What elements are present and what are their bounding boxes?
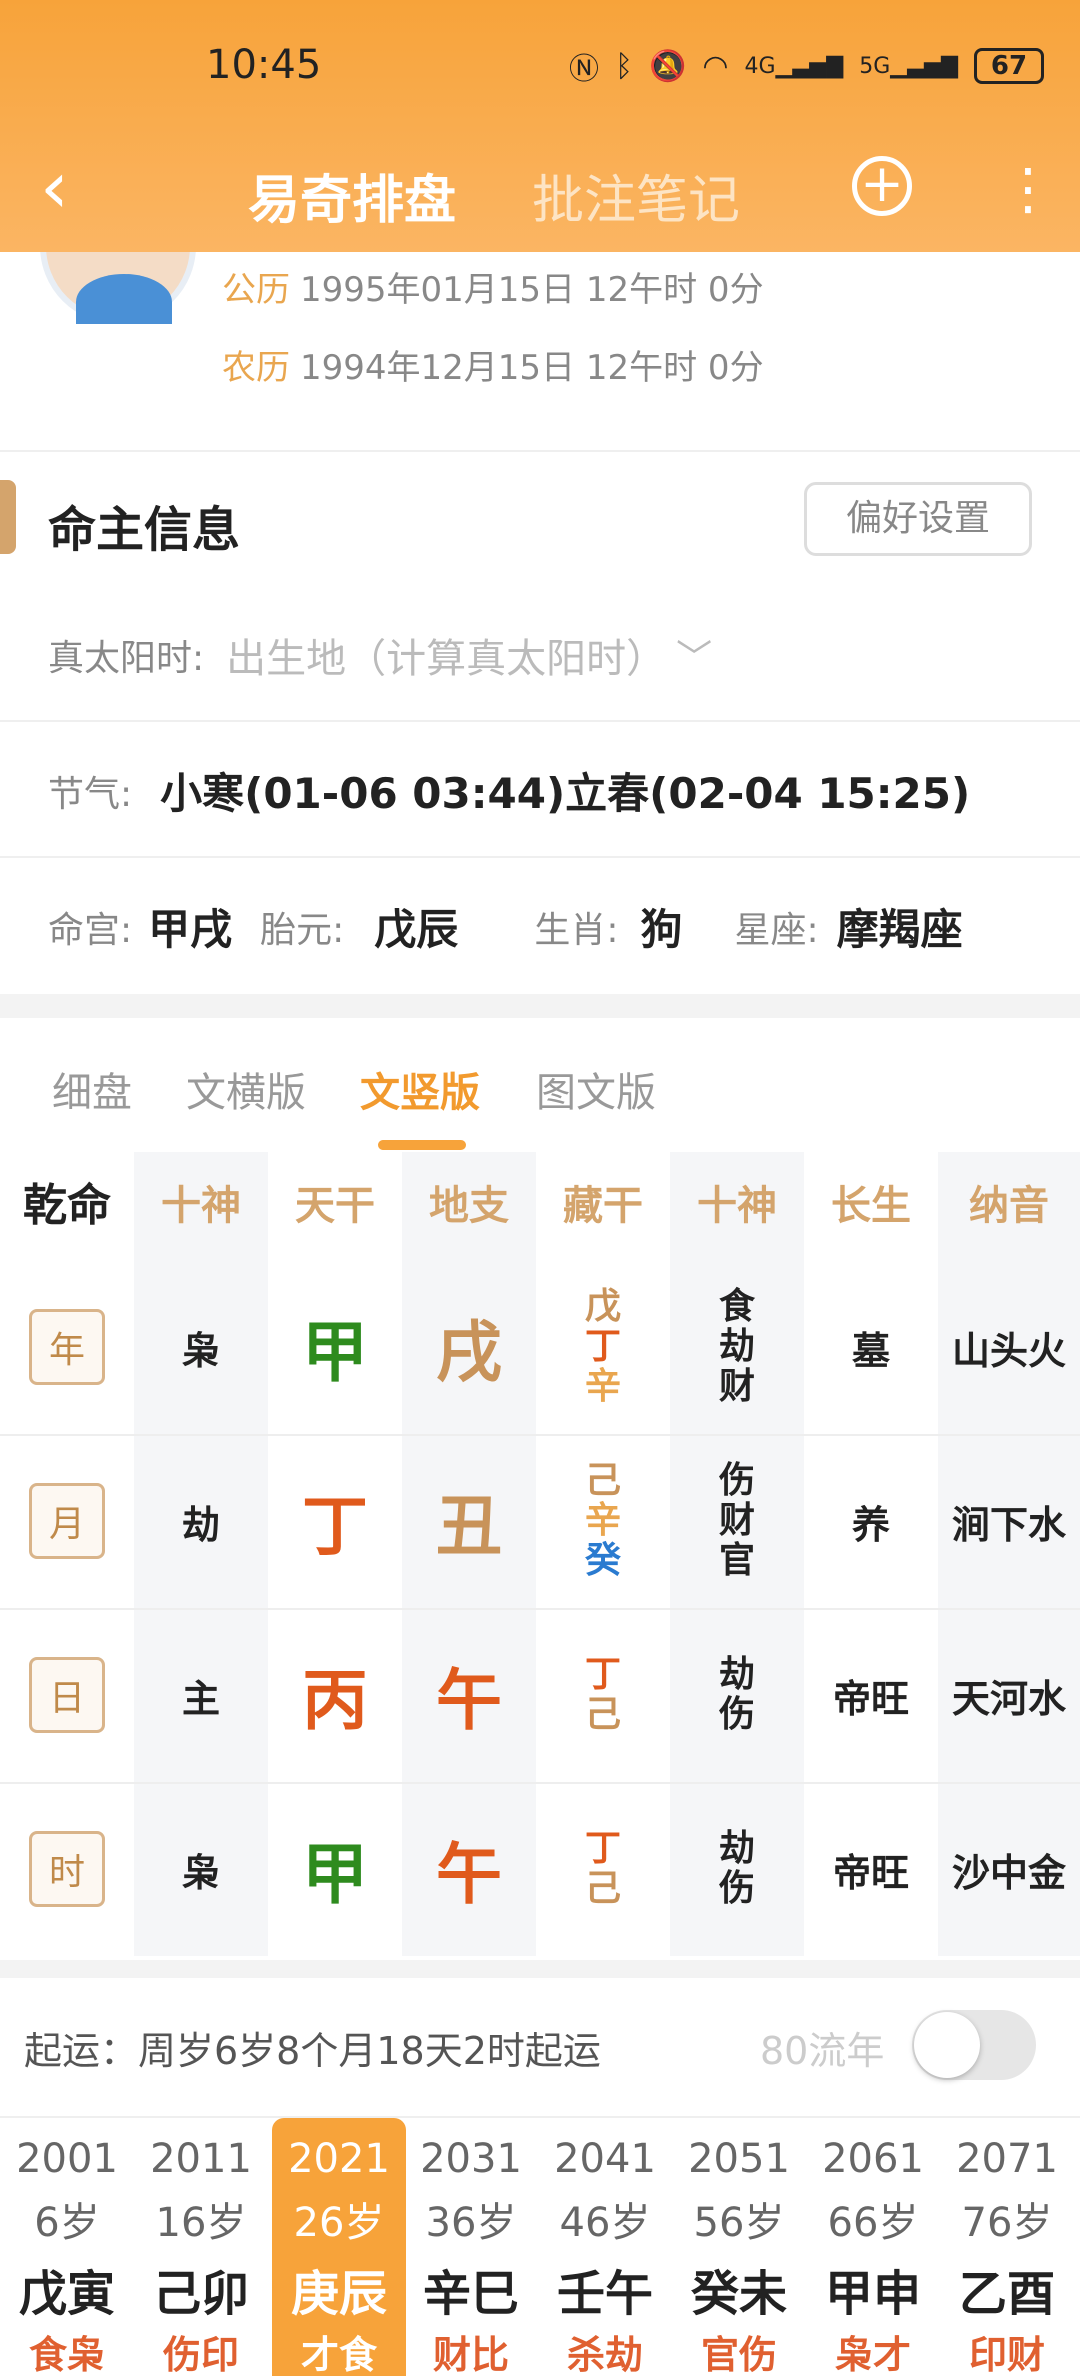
dizhi-cell: 午	[436, 1662, 502, 1739]
pillar-label[interactable]: 时	[0, 1782, 134, 1956]
divider	[0, 720, 1080, 722]
dizhi-cell: 丑	[436, 1488, 502, 1565]
shishen2-cell: 劫伤	[718, 1828, 755, 1909]
tab-tuwen[interactable]: 图文版	[536, 1060, 656, 1118]
nayin-cell: 沙中金	[951, 1850, 1066, 1895]
dizhi-cell: 戌	[436, 1314, 502, 1391]
pillar-label[interactable]: 月	[0, 1434, 134, 1608]
dayun-item[interactable]: 2041 46岁 壬午 杀劫	[538, 2118, 672, 2377]
status-bar: 10:45 Ⓝ ᛒ 🔕 ◠ 4G▁▃▅▇ 5G▁▃▅▇ 67	[0, 0, 1080, 130]
section-gap	[0, 1960, 1080, 1978]
nayin-cell: 涧下水	[951, 1502, 1066, 1547]
table-header: 十神	[161, 1183, 241, 1229]
table-header: 藏干	[563, 1183, 643, 1229]
bluetooth-icon: ᛒ	[614, 48, 633, 84]
canggan-cell: 己辛癸	[584, 1460, 621, 1581]
canggan-cell: 戊丁辛	[584, 1286, 621, 1407]
tiangan-cell: 甲	[302, 1836, 368, 1913]
changsheng-cell: 帝旺	[832, 1676, 909, 1721]
add-circle-icon[interactable]: +	[852, 156, 912, 216]
changsheng-cell: 墓	[851, 1328, 890, 1373]
dayun-item[interactable]: 2051 56岁 癸未 官伤	[672, 2118, 806, 2377]
4g-signal-icon: 4G▁▃▅▇	[744, 53, 844, 79]
shishen-cell: 枭	[181, 1850, 220, 1895]
dayun-list: 2001 6岁 戊寅 食枭 2011 16岁 己卯 伤印 2021 26岁 庚辰 才食 2031 3…	[0, 2118, 1080, 2377]
shishen-cell: 主	[181, 1676, 220, 1721]
birthplace-select[interactable]: 出生地（计算真太阳时）	[226, 626, 666, 684]
tiangan-cell: 丁	[302, 1488, 368, 1565]
nfc-icon: Ⓝ	[568, 52, 599, 87]
tab-annotation-notes[interactable]: 批注笔记	[532, 158, 740, 233]
section-gap	[0, 994, 1080, 1018]
jieqi-row: 节气: 小寒(01-06 03:44)立春(02-04 15:25)	[48, 760, 970, 821]
shishen-cell: 枭	[181, 1328, 220, 1373]
section-title: 命主信息	[48, 502, 241, 558]
mute-icon: 🔕	[648, 48, 687, 84]
liunian-toggle[interactable]	[912, 2010, 1036, 2080]
tab-wenshu[interactable]: 文竖版	[360, 1060, 480, 1118]
table-header: 十神	[697, 1183, 777, 1229]
lunar-date-row: 农历 1994年12月15日 12午时 0分	[222, 348, 764, 388]
status-icons: Ⓝ ᛒ 🔕 ◠ 4G▁▃▅▇ 5G▁▃▅▇ 67	[569, 44, 1044, 88]
dayun-item[interactable]: 2061 66岁 甲申 枭才	[806, 2118, 940, 2377]
divider	[0, 856, 1080, 858]
divider	[0, 450, 1080, 452]
minggong-value: 甲戌	[148, 905, 233, 954]
shishen2-cell: 食劫财	[718, 1286, 755, 1407]
avatar	[40, 252, 196, 324]
liunian-label: 80流年	[760, 2029, 885, 2073]
dayun-item-active[interactable]: 2021 26岁 庚辰 才食	[272, 2118, 406, 2377]
dayun-item[interactable]: 2071 76岁 乙酉 印财	[940, 2118, 1074, 2377]
shengxiao-value: 狗	[640, 905, 683, 954]
taiyuan-value: 戊辰	[374, 905, 459, 954]
wifi-icon: ◠	[702, 48, 729, 84]
dayun-item[interactable]: 2011 16岁 己卯 伤印	[134, 2118, 268, 2377]
table-header: 乾命	[23, 1180, 111, 1231]
table-header: 纳音	[969, 1183, 1049, 1229]
tab-xipan[interactable]: 细盘	[52, 1060, 132, 1118]
back-chevron-icon[interactable]: ‹	[40, 151, 100, 223]
canggan-cell: 丁己	[584, 1654, 621, 1735]
active-tab-indicator	[378, 1140, 466, 1150]
app-header: 10:45 Ⓝ ᛒ 🔕 ◠ 4G▁▃▅▇ 5G▁▃▅▇ 67 ‹ 易奇排盘 批注…	[0, 0, 1080, 252]
changsheng-cell: 帝旺	[832, 1850, 909, 1895]
misc-info-row: 命宫: 甲戌 胎元: 戊辰 生肖: 狗 星座: 摩羯座	[48, 896, 1048, 957]
jieqi-value: 小寒(01-06 03:44)立春(02-04 15:25)	[160, 769, 971, 818]
nav-bar: ‹ 易奇排盘 批注笔记 + ⋮	[0, 130, 1080, 252]
section-accent-bar	[0, 480, 16, 554]
table-header: 长生	[831, 1183, 911, 1229]
tiangan-cell: 甲	[302, 1314, 368, 1391]
dizhi-cell: 午	[436, 1836, 502, 1913]
shishen2-cell: 劫伤	[718, 1654, 755, 1735]
dayun-item[interactable]: 2031 36岁 辛巳 财比	[404, 2118, 538, 2377]
preferences-button[interactable]: 偏好设置	[804, 482, 1032, 556]
xingzuo-value: 摩羯座	[836, 905, 963, 954]
table-header: 天干	[295, 1183, 375, 1229]
status-time: 10:45	[206, 42, 322, 88]
pillar-label[interactable]: 日	[0, 1608, 134, 1782]
view-tabs: 细盘 文横版 文竖版 图文版	[0, 1018, 1080, 1152]
shishen-cell: 劫	[181, 1502, 220, 1547]
tiangan-cell: 丙	[302, 1662, 368, 1739]
pillar-label[interactable]: 年	[0, 1260, 134, 1434]
tab-yiqi-paipan[interactable]: 易奇排盘	[248, 158, 456, 233]
nayin-cell: 山头火	[951, 1328, 1066, 1373]
table-header: 地支	[429, 1183, 509, 1229]
dayun-item[interactable]: 2001 6岁 戊寅 食枭	[0, 2118, 134, 2377]
shishen2-cell: 伤财官	[718, 1460, 755, 1581]
tab-wenheng[interactable]: 文横版	[186, 1060, 306, 1118]
5g-signal-icon: 5G▁▃▅▇	[859, 53, 958, 79]
more-vertical-icon[interactable]: ⋮	[1000, 160, 1056, 220]
true-solar-time-row[interactable]: 真太阳时: 出生地（计算真太阳时） ﹀	[48, 626, 712, 684]
canggan-cell: 丁己	[584, 1828, 621, 1909]
solar-date-row: 公历 1995年01月15日 12午时 0分	[222, 270, 764, 310]
qiyun-text: 起运：周岁6岁8个月18天2时起运	[24, 2029, 601, 2073]
chevron-down-icon: ﹀	[676, 638, 713, 679]
changsheng-cell: 养	[851, 1502, 890, 1547]
battery-icon: 67	[974, 48, 1044, 84]
nayin-cell: 天河水	[951, 1676, 1066, 1721]
